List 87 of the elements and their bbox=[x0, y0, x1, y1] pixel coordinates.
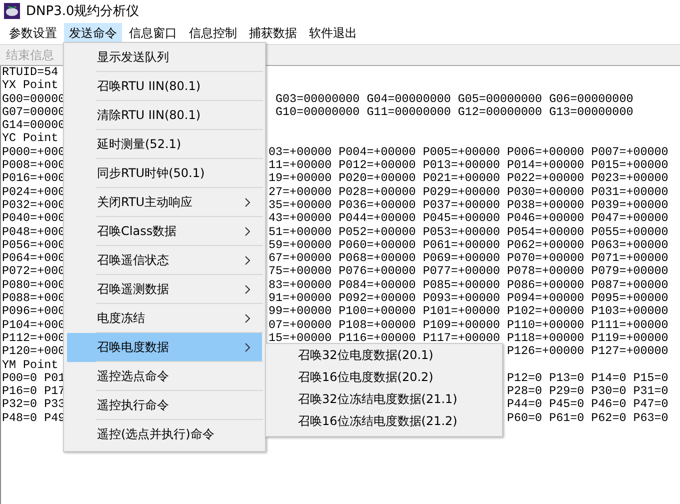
menu-item[interactable]: 召唤Class数据 bbox=[67, 217, 262, 246]
menu-item-label: 延时测量(52.1) bbox=[97, 136, 182, 153]
menu-item[interactable]: 电度冻结 bbox=[67, 304, 262, 333]
console-text: P28=0 P29=0 P30=0 P31=0 bbox=[506, 384, 668, 398]
console-text: 11=+00000 P012=+00000 P013=+00000 P014=+00000 P015=+00000 bbox=[268, 158, 668, 172]
console-text: 43=+00000 P044=+00000 P045=+00000 P046=+00000 P047=+00000 bbox=[268, 211, 668, 226]
console-text: P60=0 P61=0 P62=0 P63=0 bbox=[506, 410, 668, 425]
menu-item-label: 召唤遥测数据 bbox=[97, 281, 170, 298]
menu-item-label: 遥控选点命令 bbox=[97, 368, 170, 385]
menu-item-label: 遥控执行命令 bbox=[97, 397, 170, 414]
console-text: G14=00000 bbox=[2, 118, 66, 132]
console-text: 59=+00000 P060=+00000 P061=+00000 P062=+00000 P063=+00000 bbox=[268, 238, 668, 252]
menu-item[interactable]: 遥控(选点并执行)命令 bbox=[67, 420, 262, 449]
menu-item[interactable]: 显示发送队列 bbox=[67, 43, 262, 72]
menu-item[interactable]: 关闭RTU主动响应 bbox=[67, 188, 262, 217]
console-text: P16=0 P17 bbox=[2, 384, 66, 398]
menu-item[interactable]: 召唤遥测数据 bbox=[67, 275, 262, 304]
console-text: YM Point bbox=[2, 358, 58, 372]
console-text: P064=+000 bbox=[2, 251, 66, 266]
console-text: G10=00000000 G11=00000000 G12=00000000 G13=00000000 bbox=[276, 104, 634, 119]
submenu-item[interactable]: 召唤32位冻结电度数据(21.1) bbox=[266, 388, 502, 410]
menu-item[interactable]: 清除RTU IIN(80.1) bbox=[67, 101, 262, 130]
menu-item[interactable]: 召唤RTU IIN(80.1) bbox=[67, 72, 262, 101]
console-text: 51=+00000 P052=+00000 P053=+00000 P054=+00000 P055=+00000 bbox=[268, 224, 668, 239]
console-text: 19=+00000 P020=+00000 P021=+00000 P022=+00000 P023=+00000 bbox=[268, 171, 668, 186]
console-text: P040=+000 bbox=[2, 211, 66, 226]
menu-item-label: 召唤遥信状态 bbox=[97, 252, 170, 269]
console-text: P056=+000 bbox=[2, 238, 66, 252]
console-text: P072=+000 bbox=[2, 264, 66, 278]
console-text: G03=00000000 G04=00000000 G05=00000000 G06=00000000 bbox=[276, 92, 634, 106]
submenu-item[interactable]: 召唤32位电度数据(20.1) bbox=[266, 344, 502, 366]
console-text: 83=+00000 P084=+00000 P085=+00000 P086=+00000 P087=+00000 bbox=[268, 278, 668, 292]
console-text: G07=00000 bbox=[2, 104, 66, 119]
console-text: P048=+000 bbox=[2, 224, 66, 239]
console-text: 67=+00000 P068=+00000 P069=+00000 P070=+00000 P071=+00000 bbox=[268, 251, 668, 266]
console-text: 03=+00000 P004=+00000 P005=+00000 P006=+00000 P007=+00000 bbox=[268, 144, 668, 159]
console-text: YX Point bbox=[2, 78, 58, 92]
console-text: P112=+000 bbox=[2, 330, 66, 345]
console-text: 99=+00000 P100=+00000 P101=+00000 P102=+00000 P103=+00000 bbox=[268, 304, 668, 318]
console-text: P000=+000 bbox=[2, 144, 66, 159]
console-text: P120=+000 bbox=[2, 344, 66, 358]
submenu-item[interactable]: 召唤16位电度数据(20.2) bbox=[266, 366, 502, 388]
menu-item[interactable]: 发送命令 bbox=[64, 22, 122, 44]
console-text: P032=+000 bbox=[2, 198, 66, 212]
console-text: P44=0 P45=0 P46=0 P47=0 bbox=[506, 397, 668, 412]
menu-item[interactable]: 参数设置 bbox=[4, 22, 62, 44]
console-text: 07=+00000 P108=+00000 P109=+00000 P110=+00000 P111=+00000 bbox=[268, 318, 668, 332]
menu-item[interactable]: 信息控制 bbox=[184, 22, 242, 44]
console-text: 35=+00000 P036=+00000 P037=+00000 P038=+00000 P039=+00000 bbox=[268, 198, 668, 212]
menu-item-label: 关闭RTU主动响应 bbox=[97, 194, 194, 211]
menu-item-label: 遥控(选点并执行)命令 bbox=[97, 426, 216, 443]
menu-item[interactable]: 召唤遥信状态 bbox=[67, 246, 262, 275]
menu-item[interactable]: 捕获数据 bbox=[244, 22, 302, 44]
menu-item[interactable]: 延时测量(52.1) bbox=[67, 130, 262, 159]
menu-item-label: 电度冻结 bbox=[97, 310, 146, 327]
console-text: YC Point bbox=[2, 131, 58, 146]
console-text: 27=+00000 P028=+00000 P029=+00000 P030=+00000 P031=+00000 bbox=[268, 184, 668, 199]
menu-item[interactable]: 同步RTU时钟(50.1) bbox=[67, 159, 262, 188]
menu-item[interactable]: 遥控执行命令 bbox=[67, 391, 262, 420]
console-text: G00=00000 bbox=[2, 92, 66, 106]
menu-item-label: 同步RTU时钟(50.1) bbox=[97, 165, 206, 182]
console-text: P126=+00000 P127=+00000 bbox=[506, 344, 668, 358]
console-text: P016=+000 bbox=[2, 171, 66, 186]
console-text: RTUID=54 bbox=[2, 65, 58, 79]
window-title: DNP3.0规约分析仪 bbox=[26, 3, 140, 20]
console-text: P12=0 P13=0 P14=0 P15=0 bbox=[506, 370, 668, 385]
menu-item-label: 召唤电度数据 bbox=[97, 339, 170, 356]
console-text: P104=+000 bbox=[2, 318, 66, 332]
menu-item-label: 清除RTU IIN(80.1) bbox=[97, 107, 202, 124]
app-icon bbox=[4, 3, 20, 19]
console-text: P096=+000 bbox=[2, 304, 66, 318]
submenu-item[interactable]: 召唤16位冻结电度数据(21.2) bbox=[266, 410, 502, 432]
menu-item[interactable]: 召唤电度数据 bbox=[67, 333, 262, 362]
console-text: 75=+00000 P076=+00000 P077=+00000 P078=+00000 P079=+00000 bbox=[268, 264, 668, 278]
console-text: P080=+000 bbox=[2, 278, 66, 292]
menu-item-label: 召唤Class数据 bbox=[97, 223, 178, 240]
console-text: P088=+000 bbox=[2, 291, 66, 306]
console-text: P024=+000 bbox=[2, 184, 66, 199]
console-text: 91=+00000 P092=+00000 P093=+00000 P094=+00000 P095=+00000 bbox=[268, 291, 668, 306]
menu-item[interactable]: 遥控选点命令 bbox=[67, 362, 262, 391]
menu-item-label: 显示发送队列 bbox=[97, 49, 170, 66]
menu-item-label: 召唤RTU IIN(80.1) bbox=[97, 78, 202, 95]
menu-item[interactable]: 软件退出 bbox=[304, 22, 362, 44]
console-text: 15=+00000 P116=+00000 P117=+00000 P118=+00000 P119=+00000 bbox=[268, 330, 668, 345]
menu-item[interactable]: 信息窗口 bbox=[124, 22, 182, 44]
console-text: P00=0 P01 bbox=[2, 370, 66, 385]
console-text: P008=+000 bbox=[2, 158, 66, 172]
